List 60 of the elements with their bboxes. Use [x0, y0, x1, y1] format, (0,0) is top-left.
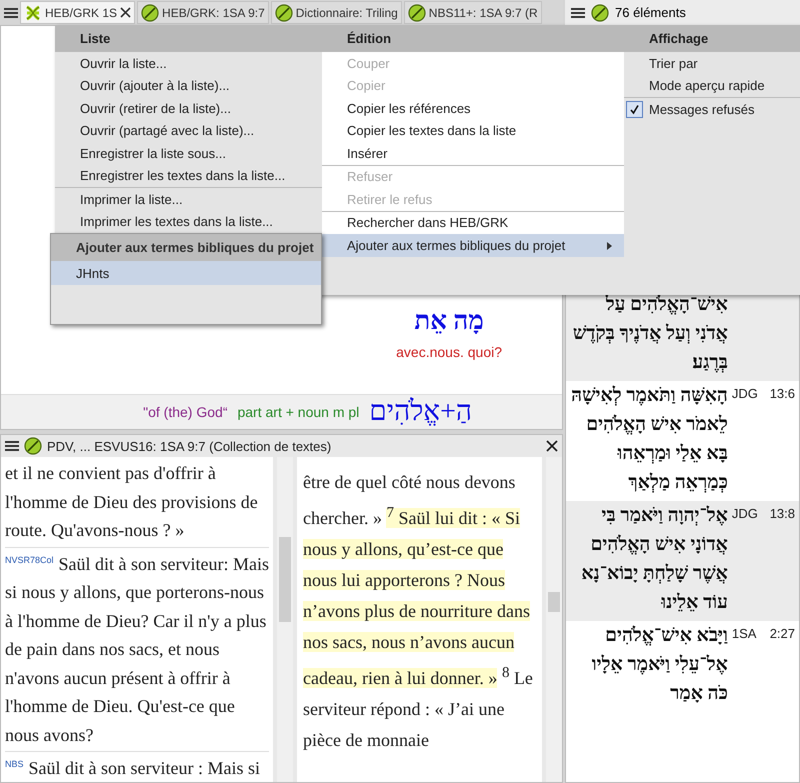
- hebrew-lemma: הַ+אֱלֹהִים: [369, 396, 472, 428]
- menu-item[interactable]: Imprimer la liste...: [55, 188, 322, 210]
- menu-item[interactable]: Imprimer les textes dans la liste...: [55, 210, 322, 233]
- menu-item[interactable]: Insérer: [322, 142, 624, 164]
- menu-item[interactable]: Trier par: [624, 52, 800, 74]
- menu-title[interactable]: Affichage: [624, 31, 800, 46]
- verse-text: être de quel côté nous devons chercher. » $^{7}$ Saül lui dit : « Si nous y allons, qu’est-ce que nous lui apporterons ? Nous n’avons plus de nourriture dans nos sacs, nous n’avons aucun cadeau, rien à lui donner. » $^{8}$ Le serviteur répond : « J’ai une pièce de monnaie: [297, 457, 542, 782]
- verse-text: et il ne convient pas d'offrir à l'homme de Dieu des provisions de route. Qu'avons-nous ? »: [5, 459, 269, 548]
- menu-item[interactable]: Ouvrir (ajouter à la liste)...: [55, 74, 322, 97]
- scrollbar[interactable]: [277, 457, 293, 782]
- leaf-icon: [591, 4, 609, 22]
- menu-icon[interactable]: [5, 440, 19, 452]
- leaf-icon: [274, 4, 293, 22]
- tab[interactable]: Dictionnaire: Triling: [270, 1, 402, 24]
- menu-item[interactable]: JHnts: [51, 261, 321, 285]
- book-name: JDG: [732, 505, 758, 523]
- close-icon[interactable]: [546, 440, 558, 452]
- tab[interactable]: HEB/GRK 1S: [20, 1, 136, 24]
- menu-item[interactable]: Ouvrir (retirer de la liste)...: [55, 97, 322, 120]
- menu-title[interactable]: Liste: [55, 31, 322, 46]
- verse-text: NVSR78Col Saül dit à son serviteur: Mais si nous y allons, que porterons-nous à l'homme de Dieu? Car il n'y a plus de pain dans nos sacs, et nous n'avons aucun présent à offrir à l'homme de Dieu. Qu'est-ce que nous avons?: [5, 550, 269, 752]
- item-count: 76 éléments: [615, 5, 686, 20]
- submenu-title: Ajouter aux termes bibliques du projet: [51, 234, 321, 261]
- verse-reference: 2:27: [770, 625, 795, 643]
- menu-item[interactable]: Ouvrir la liste...: [55, 52, 322, 74]
- menu-icon[interactable]: [4, 6, 18, 18]
- menu-item[interactable]: Enregistrer les textes dans la liste...: [55, 164, 322, 187]
- book-name: 1SA: [732, 625, 756, 643]
- leaf-icon: [408, 4, 426, 22]
- leaf-icon: [24, 437, 42, 455]
- hebrew-verse: אִישׁ־הָאֱלֹהִים עַל אֲדֹנִי וְעַל אֲדֹנֶיךָ בְּקֹדֶשׁ בְּרֶגַע׃: [572, 293, 728, 375]
- verse-reference: 13:6: [770, 385, 795, 403]
- pane-title: PDV, ... ESVUS16: 1SA 9:7 (Collection de textes): [47, 438, 332, 454]
- book-name: JDG: [732, 385, 758, 403]
- word-gloss: avec.nous. quoi?: [396, 344, 502, 360]
- tab[interactable]: HEB/GRK: 1SA 9:7: [137, 1, 269, 24]
- verse-text: NBS Saül dit à son serviteur : Mais si: [5, 754, 269, 782]
- tab[interactable]: NBS11+: 1SA 9:7 (R: [404, 1, 542, 24]
- hebrew-verse: הָאִשָּׁה וַתֹּאמֶר לְאִישָׁהּ לֵאמֹר אִישׁ הָאֱלֹהִים בָּא אֵלַי וּמַרְאֵהוּ כְּמַרְאֵה מַלְאַךְ: [570, 384, 728, 495]
- menu-item[interactable]: Messages refusés: [624, 98, 800, 120]
- verse-reference: 13:8: [770, 505, 795, 523]
- menu-item[interactable]: Mode aperçu rapide: [624, 74, 800, 97]
- menu-icon[interactable]: [571, 6, 585, 18]
- leaf-icon: [141, 4, 160, 22]
- hebrew-verse: וַיָּבֹא אִישׁ־אֱלֹהִים אֶל־עֵלִי וַיֹּאמֶר אֵלָיו כֹּה אָמַר: [590, 624, 728, 706]
- knot-icon: [24, 4, 42, 22]
- menu-item[interactable]: Ouvrir (partagé avec la liste)...: [55, 120, 322, 142]
- word-meaning: "of (the) God“: [143, 404, 228, 420]
- word-grammar: part art + noun m pl: [237, 404, 360, 420]
- menu-item[interactable]: Copier les textes dans la liste: [322, 120, 624, 142]
- scrollbar[interactable]: [546, 457, 562, 782]
- menu-item[interactable]: Ajouter aux termes bibliques du projet: [322, 234, 624, 256]
- menu-item[interactable]: Copier les références: [322, 97, 624, 120]
- close-icon[interactable]: [120, 7, 132, 18]
- hebrew-word: מָה אֵת: [414, 306, 484, 336]
- hebrew-verse: אֶל־יְהוָה וַיֹּאמַר בִּי אֲדוֹנָי אִישׁ הָאֱלֹהִים אֲשֶׁר שָׁלַחְתָּ יָבוֹא־נָא עוֹד אֵלֵינוּ: [580, 504, 728, 615]
- menu-item[interactable]: Rechercher dans HEB/GRK: [322, 212, 624, 234]
- caret-icon: [607, 242, 612, 250]
- menu-title[interactable]: Édition: [322, 31, 624, 46]
- menu-item[interactable]: Enregistrer la liste sous...: [55, 142, 322, 164]
